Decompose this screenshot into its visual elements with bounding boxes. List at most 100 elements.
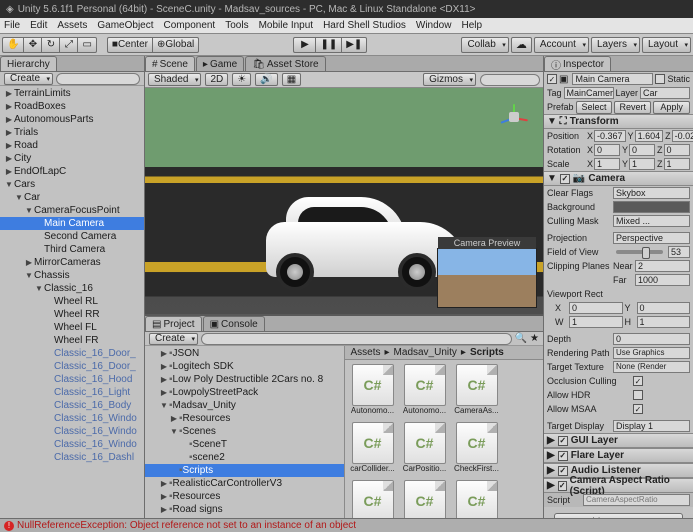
shading-mode-dropdown[interactable]: Shaded (148, 73, 201, 86)
console-tab[interactable]: ▣ Console (203, 316, 265, 331)
layers-dropdown[interactable]: Layers (591, 37, 640, 53)
prefab-apply-button[interactable]: Apply (653, 101, 690, 114)
scale-y[interactable]: 1 (629, 158, 655, 170)
script-asset[interactable]: C#CameraAs... (453, 364, 501, 418)
rotate-tool-button[interactable]: ↻ (41, 37, 59, 53)
project-tree-item[interactable]: ▪ SceneT (145, 438, 344, 451)
project-tree-item[interactable]: ▼▪ Madsav_Unity (145, 399, 344, 412)
pivot-mode-button[interactable]: ■ Center (107, 37, 152, 53)
component-header[interactable]: ▶ ✓ Flare Layer (544, 448, 693, 463)
hierarchy-item[interactable]: ▶EndOfLapC (0, 165, 144, 178)
hierarchy-item[interactable]: Classic_16_Windo (0, 412, 144, 425)
script-asset[interactable]: C#DBCheck (401, 480, 449, 518)
project-tree-item[interactable]: ▶▪ RealisticCarControllerV3 (145, 477, 344, 490)
lighting-toggle[interactable]: ☀ (232, 73, 251, 86)
tag-dropdown[interactable]: MainCamera_1 (564, 87, 614, 99)
orientation-gizmo[interactable] (493, 96, 535, 138)
fov-slider[interactable] (616, 250, 663, 254)
project-tree-item[interactable]: ▶▪ Resources (145, 490, 344, 503)
scale-tool-button[interactable]: ⤢ (59, 37, 77, 53)
project-tree-item[interactable]: ▪ Scripts (145, 464, 344, 477)
camera-component-header[interactable]: ▼ ✓ 📷 Camera (544, 171, 693, 186)
target-display-dropdown[interactable]: Display 1 (613, 420, 690, 432)
hierarchy-item[interactable]: ▶TerrainLimits (0, 87, 144, 100)
occlusion-checkbox[interactable]: ✓ (633, 376, 643, 386)
hierarchy-item[interactable]: Classic_16_Hood (0, 373, 144, 386)
fov-field[interactable]: 53 (668, 246, 690, 258)
project-tree-item[interactable]: ▶▪ Logitech SDK (145, 360, 344, 373)
layout-dropdown[interactable]: Layout (642, 37, 691, 53)
play-button[interactable]: ▶ (293, 37, 315, 53)
scene-viewport[interactable]: Camera Preview (145, 88, 543, 314)
project-tree-item[interactable]: ▶▪ LowpolyStreetPack (145, 386, 344, 399)
pos-y[interactable]: 1.604 (635, 130, 664, 142)
project-tab[interactable]: ▤ Project (145, 316, 202, 331)
project-tree-item[interactable]: ▼▪ Scenes (145, 425, 344, 438)
asset-store-tab[interactable]: 🛍Asset Store (245, 56, 325, 71)
clear-flags-dropdown[interactable]: Skybox (613, 187, 690, 199)
hierarchy-tree[interactable]: ▶TerrainLimits▶RoadBoxes▶AutonomousParts… (0, 86, 144, 518)
menu-file[interactable]: File (4, 20, 20, 31)
handle-space-button[interactable]: ⊕ Global (152, 37, 199, 53)
project-tree-item[interactable]: ▪ scene2 (145, 451, 344, 464)
hierarchy-item[interactable]: Third Camera (0, 243, 144, 256)
menu-component[interactable]: Component (164, 20, 216, 31)
scene-tab[interactable]: #Scene (145, 56, 195, 71)
asset-grid[interactable]: C#Autonomo...C#Autonomo...C#CameraAs...C… (345, 360, 544, 518)
hierarchy-item[interactable]: Wheel RL (0, 295, 144, 308)
prefab-revert-button[interactable]: Revert (614, 101, 651, 114)
gizmos-dropdown[interactable]: Gizmos (423, 73, 476, 86)
rect-tool-button[interactable]: ▭ (77, 37, 96, 53)
viewport-x[interactable]: 0 (569, 302, 623, 314)
component-header[interactable]: ▶ ✓ GUI Layer (544, 433, 693, 448)
hierarchy-item[interactable]: Main Camera (0, 217, 144, 230)
hierarchy-item[interactable]: ▼CameraFocusPoint (0, 204, 144, 217)
hierarchy-item[interactable]: Classic_16_Door_ (0, 347, 144, 360)
move-tool-button[interactable]: ✥ (23, 37, 41, 53)
menu-edit[interactable]: Edit (30, 20, 47, 31)
hierarchy-item[interactable]: ▶City (0, 152, 144, 165)
fx-toggle[interactable]: ▦ (282, 73, 301, 86)
menu-gameobject[interactable]: GameObject (97, 20, 153, 31)
favorite-filter-icon[interactable]: ★ (530, 333, 539, 344)
scale-z[interactable]: 1 (664, 158, 691, 170)
gameobject-active-checkbox[interactable]: ✓ (547, 74, 557, 84)
menu-tools[interactable]: Tools (225, 20, 248, 31)
menu-assets[interactable]: Assets (57, 20, 87, 31)
gameobject-name-field[interactable]: Main Camera (572, 73, 653, 85)
viewport-w[interactable]: 1 (569, 316, 623, 328)
script-asset[interactable]: C#EmptyEnu... (453, 480, 501, 518)
static-checkbox[interactable] (655, 74, 665, 84)
account-dropdown[interactable]: Account (534, 37, 589, 53)
culling-mask-dropdown[interactable]: Mixed ... (613, 215, 690, 227)
pos-x[interactable]: -0.367 (594, 130, 626, 142)
hierarchy-create-dropdown[interactable]: Create (4, 73, 53, 85)
hierarchy-item[interactable]: Wheel FR (0, 334, 144, 347)
game-tab[interactable]: ▸Game (196, 56, 244, 71)
hierarchy-tab[interactable]: Hierarchy (0, 56, 57, 71)
hierarchy-item[interactable]: ▶AutonomousParts (0, 113, 144, 126)
hierarchy-item[interactable]: Classic_16_Light (0, 386, 144, 399)
rot-z[interactable]: 0 (664, 144, 691, 156)
hierarchy-item[interactable]: ▶RoadBoxes (0, 100, 144, 113)
project-tree-item[interactable]: ▶▪ Resources (145, 412, 344, 425)
menu-hard-shell[interactable]: Hard Shell Studios (323, 20, 406, 31)
hierarchy-item[interactable]: ▼Cars (0, 178, 144, 191)
search-filter-icon[interactable]: 🔍 (515, 333, 527, 344)
transform-component-header[interactable]: ▼ ⛶ Transform (544, 114, 693, 129)
project-breadcrumb[interactable]: Assets▸Madsav_Unity▸Scripts (345, 346, 544, 360)
hierarchy-item[interactable]: Wheel RR (0, 308, 144, 321)
pos-z[interactable]: -0.027 (672, 130, 693, 142)
project-create-dropdown[interactable]: Create (149, 333, 198, 345)
project-tree-item[interactable]: ▶▪ JSON (145, 347, 344, 360)
layer-dropdown[interactable]: Car (640, 87, 690, 99)
menu-mobile-input[interactable]: Mobile Input (259, 20, 313, 31)
hierarchy-item[interactable]: ▼Chassis (0, 269, 144, 282)
hierarchy-item[interactable]: ▼Classic_16 (0, 282, 144, 295)
collab-dropdown[interactable]: Collab (461, 37, 508, 53)
prefab-select-button[interactable]: Select (576, 101, 613, 114)
2d-toggle-button[interactable]: 2D (205, 73, 228, 86)
status-bar[interactable]: ! NullReferenceException: Object referen… (0, 518, 693, 532)
script-asset[interactable]: C#carCollider... (349, 422, 397, 476)
hierarchy-item[interactable]: Second Camera (0, 230, 144, 243)
